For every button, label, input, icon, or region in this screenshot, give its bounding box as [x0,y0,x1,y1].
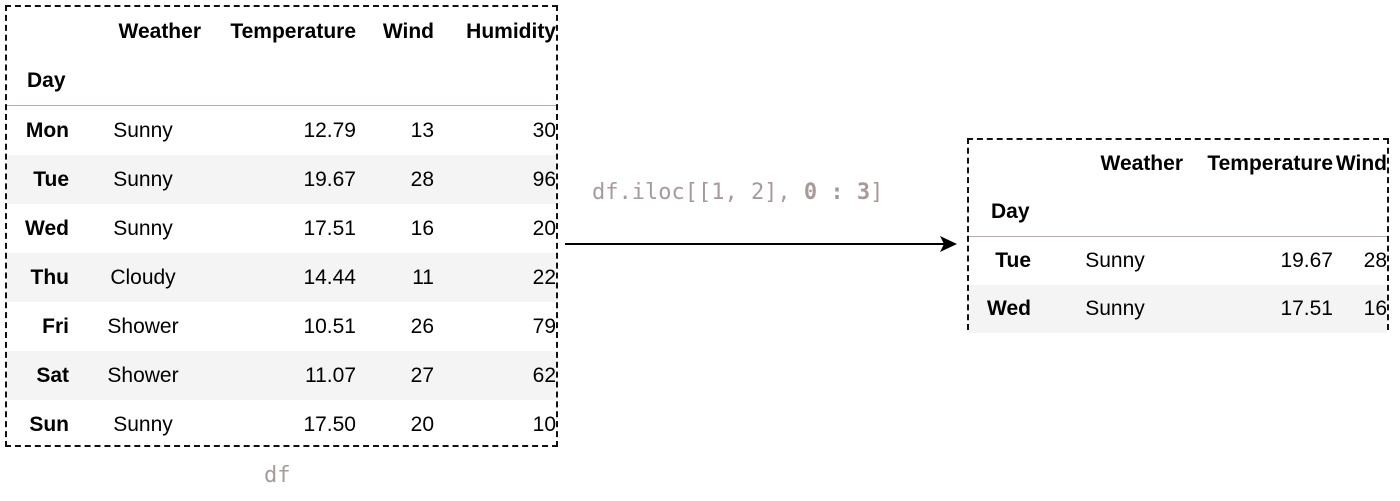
cell-temperature: 10.51 [303,314,356,338]
column-header-wind: Wind [382,19,434,43]
right-arrow-icon [565,236,957,252]
row-index-label: Fri [42,314,69,338]
column-header-weather: Weather [118,19,201,43]
cell-temperature: 17.51 [1280,297,1333,320]
cell-humidity: 20 [532,216,556,240]
cell-temperature: 12.79 [303,118,356,142]
row-index-label: Thu [30,265,69,289]
code-slice-end: 3 [856,180,871,205]
cell-weather: Sunny [113,216,173,240]
row-index-label: Wed [987,297,1031,320]
index-name: Day [7,56,85,106]
source-table: Weather Temperature Wind Humidity Day Mo… [7,7,556,449]
column-header-humidity: Humidity [466,19,556,43]
cell-humidity: 30 [532,118,556,142]
cell-wind: 16 [410,216,434,240]
cell-temperature: 17.50 [303,412,356,436]
cell-humidity: 79 [532,314,556,338]
column-header-row: Weather Temperature Wind Humidity [7,7,556,56]
table-row: Fri Shower 10.51 26 79 [7,302,556,351]
cell-wind: 13 [410,118,434,142]
code-slice-start: 0 [803,180,818,205]
table-row: Wed Sunny 17.51 16 [969,285,1387,333]
cell-wind: 28 [1363,249,1387,272]
cell-weather: Sunny [113,167,173,191]
index-header-blank [7,7,85,56]
cell-wind: 16 [1363,297,1387,320]
table-row: Sun Sunny 17.50 20 10 [7,400,556,449]
cell-weather: Sunny [1085,249,1145,272]
row-index-label: Sun [29,412,69,436]
cell-wind: 27 [410,363,434,387]
cell-humidity: 96 [532,167,556,191]
code-colon: : [817,180,857,205]
cell-weather: Sunny [1085,297,1145,320]
column-header-temperature: Temperature [230,19,356,43]
row-index-label: Mon [25,118,69,142]
cell-wind: 11 [412,265,434,289]
index-header-blank [969,140,1047,188]
cell-temperature: 14.44 [303,265,356,289]
row-index-label: Tue [33,167,69,191]
cell-wind: 28 [410,167,434,191]
column-header-row: Weather Temperature Wind [969,140,1387,188]
cell-humidity: 10 [532,412,556,436]
row-index-label: Wed [25,216,69,240]
column-header-weather: Weather [1100,152,1183,175]
source-label: df [264,463,291,488]
row-index-label: Sat [36,363,69,387]
index-name-row: Day [7,56,556,106]
cell-wind: 26 [410,314,434,338]
operation-code: df.iloc[[1, 2], 0 : 3] [592,180,883,205]
source-dataframe: Weather Temperature Wind Humidity Day Mo… [5,5,558,447]
cell-wind: 20 [410,412,434,436]
cell-weather: Cloudy [110,265,176,289]
cell-weather: Sunny [113,412,173,436]
column-header-temperature: Temperature [1207,152,1333,175]
cell-temperature: 19.67 [303,167,356,191]
table-row: Tue Sunny 19.67 28 [969,237,1387,286]
result-table: Weather Temperature Wind Day Tue Sunny 19.… [969,140,1387,333]
table-row: Thu Cloudy 14.44 11 22 [7,253,556,302]
cell-temperature: 19.67 [1280,249,1333,272]
cell-weather: Shower [107,363,179,387]
index-name: Day [969,188,1047,237]
table-row: Mon Sunny 12.79 13 30 [7,106,556,156]
cell-weather: Sunny [113,118,173,142]
code-prefix: df.iloc[[1, 2], [592,180,804,205]
table-row: Wed Sunny 17.51 16 20 [7,204,556,253]
cell-weather: Shower [107,314,179,338]
cell-humidity: 22 [532,265,556,289]
code-suffix: ] [870,180,884,205]
row-index-label: Tue [995,249,1031,272]
index-name-row: Day [969,188,1387,237]
table-row: Sat Shower 11.07 27 62 [7,351,556,400]
column-header-wind: Wind [1335,152,1387,175]
cell-temperature: 17.51 [303,216,356,240]
cell-humidity: 62 [532,363,556,387]
table-row: Tue Sunny 19.67 28 96 [7,155,556,204]
cell-temperature: 11.07 [305,363,356,387]
result-dataframe: Weather Temperature Wind Day Tue Sunny 19.… [967,138,1389,333]
